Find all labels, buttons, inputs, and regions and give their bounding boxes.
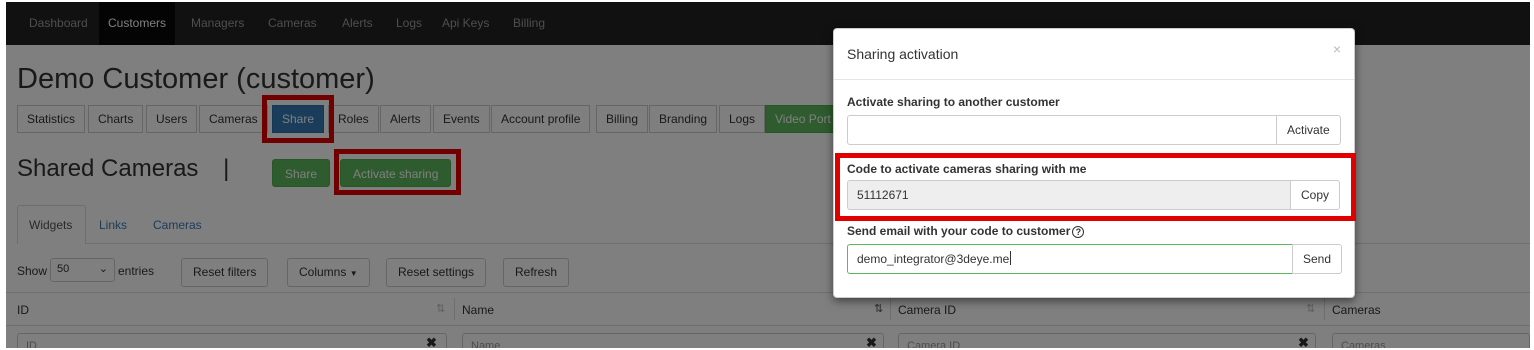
- chevron-down-icon: ⌄: [98, 263, 108, 275]
- activate-sharing-button[interactable]: Activate sharing: [340, 159, 452, 187]
- caret-down-icon: ▼: [349, 269, 358, 278]
- modal-title: Sharing activation: [847, 46, 959, 62]
- nav-logs[interactable]: Logs: [396, 2, 422, 45]
- email-input-value: demo_integrator@3deye.me: [857, 252, 1010, 266]
- sharing-activation-modal: Sharing activation × Activate sharing to…: [833, 28, 1355, 298]
- page-title: Demo Customer (customer): [17, 63, 375, 95]
- sort-icon[interactable]: ⇅: [1306, 302, 1315, 315]
- activate-sharing-label: Activate sharing to another customer: [847, 95, 1060, 109]
- nav-cameras[interactable]: Cameras: [268, 2, 317, 45]
- activate-code-input[interactable]: [847, 115, 1277, 145]
- nav-dashboard[interactable]: Dashboard: [29, 2, 88, 45]
- table-header-border: [6, 325, 1530, 326]
- tab-alerts[interactable]: Alerts: [380, 105, 431, 133]
- tab-branding[interactable]: Branding: [649, 105, 718, 133]
- column-header-id[interactable]: ID: [17, 303, 29, 317]
- section-title: Shared Cameras |: [17, 155, 229, 183]
- subtab-widgets[interactable]: Widgets: [29, 218, 72, 232]
- tab-billing[interactable]: Billing: [596, 105, 649, 133]
- clear-filter-icon[interactable]: ✖: [866, 335, 877, 348]
- column-separator: [454, 298, 455, 320]
- column-header-name[interactable]: Name: [462, 303, 494, 317]
- help-icon[interactable]: ?: [1072, 226, 1085, 238]
- tab-roles[interactable]: Roles: [328, 105, 379, 133]
- filter-id-input[interactable]: ID: [17, 333, 447, 348]
- app-frame: Dashboard Customers Managers Cameras Ale…: [6, 2, 1530, 348]
- send-email-label: Send email with your code to customer?: [847, 224, 1085, 238]
- page: Dashboard Customers Managers Cameras Ale…: [0, 0, 1534, 350]
- section-divider: |: [223, 155, 230, 182]
- section-title-text: Shared Cameras: [17, 155, 199, 182]
- tab-events[interactable]: Events: [433, 105, 490, 133]
- sort-icon[interactable]: ⇅: [436, 302, 445, 315]
- tab-users[interactable]: Users: [146, 105, 198, 133]
- column-separator: [890, 298, 891, 320]
- text-cursor: [1010, 251, 1012, 265]
- columns-button-label: Columns: [299, 265, 347, 279]
- tab-charts[interactable]: Charts: [88, 105, 144, 133]
- activate-button[interactable]: Activate: [1276, 115, 1341, 145]
- entries-select-value: 50: [57, 263, 70, 275]
- tab-statistics[interactable]: Statistics: [17, 105, 86, 133]
- tab-logs[interactable]: Logs: [719, 105, 766, 133]
- nav-billing[interactable]: Billing: [513, 2, 545, 45]
- send-email-label-text: Send email with your code to customer: [847, 224, 1071, 238]
- reset-settings-button[interactable]: Reset settings: [386, 258, 487, 287]
- copy-button[interactable]: Copy: [1290, 180, 1341, 210]
- column-separator: [1324, 298, 1325, 320]
- tab-video-port[interactable]: Video Port: [765, 105, 841, 133]
- nav-api-keys[interactable]: Api Keys: [442, 2, 489, 45]
- close-icon[interactable]: ×: [1333, 41, 1341, 57]
- tab-share[interactable]: Share: [272, 105, 325, 133]
- filter-camera-id-input[interactable]: Camera ID: [898, 333, 1316, 348]
- columns-button[interactable]: Columns ▼: [287, 258, 370, 287]
- show-label: Show: [17, 264, 48, 278]
- email-input[interactable]: demo_integrator@3deye.me: [847, 244, 1293, 274]
- tab-account-profile[interactable]: Account profile: [491, 105, 591, 133]
- filter-cameras-input[interactable]: Cameras: [1332, 333, 1530, 348]
- refresh-button[interactable]: Refresh: [503, 258, 570, 287]
- tab-cameras[interactable]: Cameras: [199, 105, 268, 133]
- reset-filters-button[interactable]: Reset filters: [181, 258, 269, 287]
- sort-asc-icon[interactable]: ⇅: [874, 302, 883, 315]
- subtab-cameras[interactable]: Cameras: [153, 218, 202, 232]
- column-header-camera-id[interactable]: Camera ID: [898, 303, 956, 317]
- clear-filter-icon[interactable]: ✖: [426, 335, 437, 348]
- send-button[interactable]: Send: [1292, 244, 1343, 274]
- entries-label: entries: [118, 264, 155, 278]
- clear-filter-icon[interactable]: ✖: [1298, 335, 1309, 348]
- modal-header-divider: [834, 79, 1354, 80]
- subtab-links[interactable]: Links: [99, 218, 127, 232]
- entries-select[interactable]: 50 ⌄: [50, 258, 115, 282]
- my-code-field[interactable]: 51112671: [847, 180, 1291, 210]
- share-button[interactable]: Share: [272, 159, 331, 187]
- nav-managers[interactable]: Managers: [191, 2, 244, 45]
- nav-alerts[interactable]: Alerts: [342, 2, 373, 45]
- filter-name-input[interactable]: Name: [462, 333, 884, 348]
- column-header-cameras[interactable]: Cameras: [1332, 303, 1381, 317]
- nav-customers[interactable]: Customers: [99, 2, 176, 45]
- my-code-label: Code to activate cameras sharing with me: [847, 162, 1087, 176]
